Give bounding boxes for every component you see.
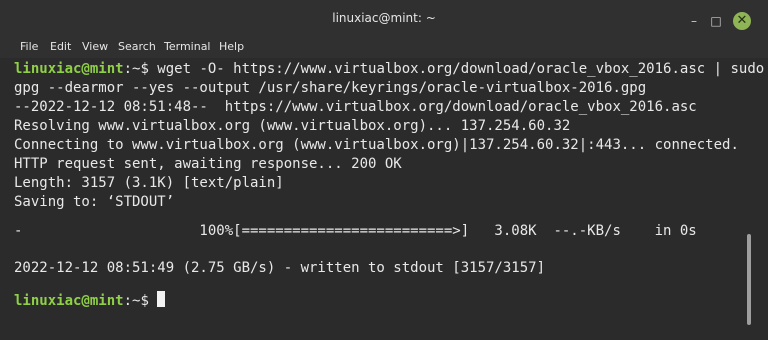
- close-button[interactable]: ✕: [733, 12, 751, 30]
- prompt-line: linuxiac@mint:~$: [14, 291, 166, 311]
- menu-bar: File Edit View Search Terminal Help: [0, 38, 768, 58]
- terminal-output[interactable]: linuxiac@mint:~$ wget -O- https://www.vi…: [0, 58, 768, 340]
- prompt-symbol: $: [140, 293, 149, 309]
- scrollbar-thumb[interactable]: [747, 234, 751, 325]
- output-line: --2022-12-12 08:51:48-- https://www.virt…: [14, 99, 697, 115]
- output-line: 2022-12-12 08:51:49 (2.75 GB/s) - writte…: [14, 260, 546, 276]
- maximize-button[interactable]: □: [709, 14, 723, 28]
- prompt-path: :~: [123, 61, 141, 77]
- prompt-path: :~: [123, 293, 141, 309]
- output-line: Connecting to www.virtualbox.org (www.vi…: [14, 137, 739, 153]
- prompt-symbol: $: [140, 61, 149, 77]
- menu-file[interactable]: File: [20, 40, 38, 53]
- output-line: Resolving www.virtualbox.org (www.virtua…: [14, 118, 571, 134]
- command-continuation: gpg --dearmor --yes --output /usr/share/…: [14, 80, 647, 96]
- output-line: Saving to: ‘STDOUT’: [14, 194, 175, 210]
- terminal-window: linuxiac@mint: ~ – □ ✕ File Edit View Se…: [0, 0, 768, 340]
- command-text: wget -O- https://www.virtualbox.org/down…: [148, 61, 765, 77]
- output-line: Length: 3157 (3.1K) [text/plain]: [14, 175, 284, 191]
- title-bar[interactable]: linuxiac@mint: ~ – □ ✕: [0, 0, 768, 38]
- menu-help[interactable]: Help: [219, 40, 244, 53]
- menu-terminal[interactable]: Terminal: [164, 40, 211, 53]
- progress-line: - 100%[=========================>] 3.08K…: [14, 223, 697, 239]
- prompt-user-host: linuxiac@mint: [14, 61, 124, 77]
- menu-view[interactable]: View: [82, 40, 108, 53]
- menu-edit[interactable]: Edit: [50, 40, 71, 53]
- text-cursor: [157, 291, 166, 307]
- menu-search[interactable]: Search: [118, 40, 156, 53]
- minimize-button[interactable]: –: [687, 14, 701, 28]
- prompt-user-host: linuxiac@mint: [14, 293, 124, 309]
- window-title: linuxiac@mint: ~: [332, 11, 436, 25]
- output-line: HTTP request sent, awaiting response... …: [14, 156, 402, 172]
- command-line: linuxiac@mint:~$ wget -O- https://www.vi…: [14, 59, 764, 79]
